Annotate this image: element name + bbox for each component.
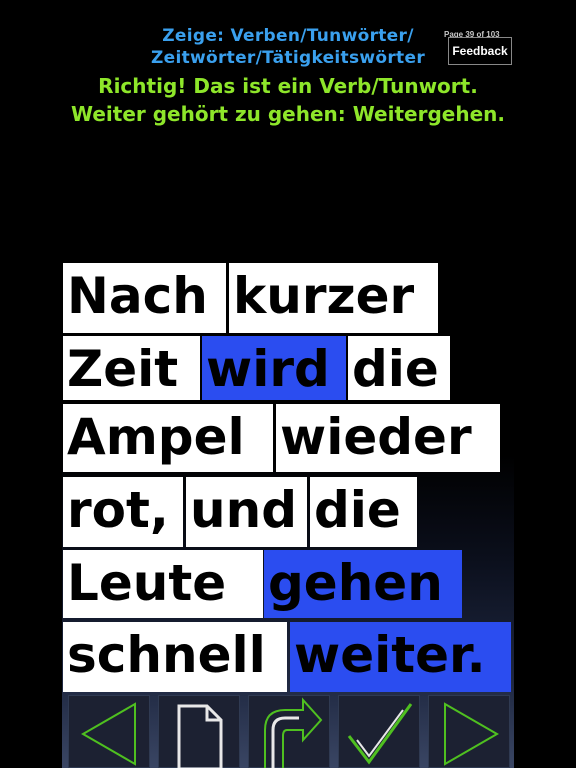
word-tile[interactable]: Leute — [63, 550, 263, 618]
checkmark-icon — [347, 703, 413, 765]
navigation-toolbar — [68, 695, 512, 768]
result-message-line-1: Richtig! Das ist ein Verb/Tunwort. — [98, 74, 478, 98]
task-prompt-line-2: Zeitwörter/Tätigkeitswörter — [150, 48, 425, 68]
app-screen: Zeige: Verben/Tunwörter/ Zeitwörter/Täti… — [62, 22, 514, 768]
word-tile[interactable]: wieder — [276, 404, 500, 472]
word-tile[interactable]: Zeit — [63, 336, 200, 400]
word-tile[interactable]: und — [186, 477, 307, 547]
page-button[interactable] — [158, 695, 240, 768]
replay-arrow-icon — [264, 697, 323, 768]
word-tile[interactable]: schnell — [63, 622, 287, 692]
word-tile[interactable]: die — [310, 477, 417, 547]
previous-arrow-icon — [80, 702, 136, 766]
word-tile[interactable]: gehen — [264, 550, 462, 618]
result-message-line-2: Weiter gehört zu gehen: Weitergehen. — [71, 102, 505, 126]
word-tile[interactable]: weiter. — [290, 622, 511, 692]
next-button[interactable] — [428, 695, 510, 768]
word-tile[interactable]: kurzer — [229, 263, 438, 333]
previous-button[interactable] — [68, 695, 150, 768]
word-tile[interactable]: wird — [202, 336, 346, 400]
replay-button[interactable] — [248, 695, 330, 768]
word-tile[interactable]: rot, — [63, 477, 183, 547]
next-arrow-icon — [444, 702, 500, 766]
word-tile[interactable]: Ampel — [63, 404, 273, 472]
word-tile[interactable]: die — [348, 336, 450, 400]
page-icon — [177, 704, 223, 768]
check-button[interactable] — [338, 695, 420, 768]
word-tile[interactable]: Nach — [63, 263, 226, 333]
feedback-button[interactable]: Feedback — [448, 37, 512, 65]
